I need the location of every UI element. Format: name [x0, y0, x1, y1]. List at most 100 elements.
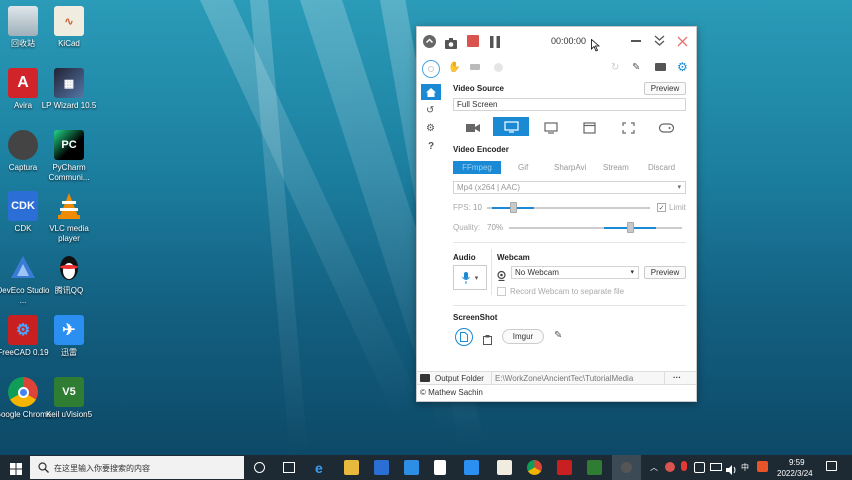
edge-icon[interactable]: e: [315, 460, 330, 476]
source-webcam-button[interactable]: [455, 118, 491, 137]
keyboard-icon[interactable]: [470, 64, 480, 70]
output-folder-browse-button[interactable]: ···: [673, 373, 681, 382]
chevron-down-icon: ▾: [677, 184, 681, 191]
close-icon[interactable]: [677, 34, 688, 52]
xunlei-taskbar-icon[interactable]: [464, 460, 479, 475]
cursor-mode-button[interactable]: [422, 60, 440, 78]
desktop-icon-pycharm[interactable]: PC PyCharm Communi...: [39, 130, 99, 183]
divider: [453, 242, 686, 243]
divider: [453, 305, 686, 306]
screenshot-camera-icon[interactable]: [445, 36, 457, 54]
source-fullscreen-button[interactable]: [493, 117, 529, 136]
chrome-taskbar-icon[interactable]: [527, 460, 542, 475]
hand-icon[interactable]: ✋: [448, 62, 460, 73]
deveco-icon: [8, 253, 38, 283]
output-folder-path[interactable]: E:\WorkZone\AncientTec\TutorialMedia: [495, 374, 633, 383]
tray-app-icon[interactable]: [694, 462, 705, 473]
encoder-tab-stream[interactable]: Stream: [603, 163, 629, 172]
clock-time[interactable]: 9:59: [789, 458, 805, 467]
desktop-icon-xunlei[interactable]: ✈ 迅雷: [39, 315, 99, 358]
fps-limit-checkbox[interactable]: ✓: [657, 203, 666, 212]
home-icon: [426, 87, 436, 97]
settings-gear-icon[interactable]: ⚙: [677, 60, 688, 74]
video-source-title: Video Source: [453, 84, 504, 93]
microphone-icon: [461, 271, 470, 284]
source-window-button[interactable]: [571, 118, 607, 137]
quality-value: 70%: [487, 223, 504, 232]
webcam-select[interactable]: No Webcam ▾: [511, 266, 639, 279]
refresh-icon[interactable]: ↻: [611, 62, 619, 73]
pause-button[interactable]: [490, 35, 500, 53]
keil-icon: V5: [54, 377, 84, 407]
record-button[interactable]: [467, 35, 479, 47]
screenshot-save-to-disk-button[interactable]: [455, 328, 473, 346]
tray-volume-icon[interactable]: [726, 462, 737, 480]
audio-dropdown-chevron-icon: ▾: [474, 274, 479, 282]
window-icon: [582, 121, 596, 134]
webcam-overlay-icon[interactable]: [494, 63, 503, 72]
input-method-indicator[interactable]: 中: [741, 462, 749, 473]
app-menu-icon[interactable]: [423, 35, 436, 48]
source-game-button[interactable]: [648, 118, 684, 137]
recycle-bin-icon: [8, 6, 38, 36]
source-screen-button[interactable]: [533, 118, 569, 137]
clock-date[interactable]: 2022/3/24: [777, 469, 813, 478]
tray-expand-chevron-icon[interactable]: ︿: [650, 462, 658, 473]
tray-sogou-icon[interactable]: [757, 461, 768, 472]
chevron-down-icon: ▾: [630, 269, 634, 276]
windows-start-icon[interactable]: [10, 462, 22, 480]
encoder-tab-discard[interactable]: Discard: [648, 163, 675, 172]
action-center-icon[interactable]: [826, 461, 837, 471]
taskbar-search-placeholder: 在这里输入你要搜索的内容: [54, 464, 150, 473]
encoder-tab-ffmpeg[interactable]: FFmpeg: [453, 161, 501, 174]
brush-icon[interactable]: ✎: [632, 62, 640, 73]
video-source-preview-button[interactable]: Preview: [644, 82, 686, 95]
encoder-tab-sharpavi[interactable]: SharpAvi: [554, 163, 586, 172]
kicad-taskbar-icon[interactable]: [497, 460, 512, 475]
captura-taskbar-item[interactable]: [612, 455, 641, 480]
mouse-cursor-icon: [591, 38, 601, 57]
screenshot-title: ScreenShot: [453, 313, 498, 322]
cortana-icon[interactable]: [254, 462, 265, 473]
nav-home[interactable]: [421, 84, 441, 100]
desktop-icon-keil[interactable]: V5 Keil uVision5: [39, 377, 99, 420]
clipboard-icon[interactable]: [483, 332, 492, 350]
encoder-tab-gif[interactable]: Gif: [518, 163, 528, 172]
quality-slider-track[interactable]: [509, 227, 682, 229]
tray-record-icon[interactable]: [665, 462, 675, 472]
imgur-button[interactable]: Imgur: [502, 329, 544, 344]
keil-taskbar-icon[interactable]: [587, 460, 602, 475]
audio-source-button[interactable]: ▾: [453, 265, 487, 290]
folder-icon[interactable]: [655, 63, 666, 71]
nav-settings-gear-icon[interactable]: ⚙: [426, 123, 435, 134]
desktop-icon-vlc[interactable]: VLC media player: [39, 191, 99, 244]
pencil-edit-icon[interactable]: ✎: [554, 330, 562, 341]
task-view-icon[interactable]: [283, 462, 295, 473]
desktop-icon-lp-wizard[interactable]: ▦ LP Wizard 10.5: [39, 68, 99, 111]
tray-microphone-icon[interactable]: [681, 461, 687, 471]
fps-slider-thumb[interactable]: [510, 202, 518, 213]
webcam-preview-button[interactable]: Preview: [644, 266, 686, 279]
mail-icon[interactable]: [404, 460, 419, 475]
author-credit: © Mathew Sachin: [420, 388, 483, 397]
source-region-button[interactable]: [610, 118, 646, 137]
record-webcam-separate-checkbox[interactable]: [497, 287, 506, 296]
desktop-icon-qq[interactable]: 腾讯QQ: [39, 253, 99, 296]
codec-select[interactable]: Mp4 (x264 | AAC) ▾: [453, 181, 686, 194]
taskbar-search-box[interactable]: 在这里输入你要搜索的内容: [30, 456, 244, 479]
quality-slider-thumb[interactable]: [627, 222, 635, 233]
collapse-chevron-icon[interactable]: [654, 34, 665, 52]
record-webcam-separate-label: Record Webcam to separate file: [510, 287, 625, 296]
region-select-icon: [621, 121, 635, 134]
minimize-icon[interactable]: [631, 40, 641, 42]
document-icon[interactable]: [434, 460, 446, 475]
tray-network-icon[interactable]: [710, 463, 722, 471]
file-explorer-icon[interactable]: [344, 460, 359, 475]
desktop-icon-kicad[interactable]: ∿ KiCad: [39, 6, 99, 49]
webcam-select-value: No Webcam: [515, 268, 559, 277]
freecad-taskbar-icon[interactable]: [557, 460, 572, 475]
help-icon[interactable]: ?: [428, 141, 434, 152]
history-icon[interactable]: ↺: [426, 105, 434, 116]
store-icon[interactable]: [374, 460, 389, 475]
video-source-field[interactable]: Full Screen: [453, 98, 686, 111]
